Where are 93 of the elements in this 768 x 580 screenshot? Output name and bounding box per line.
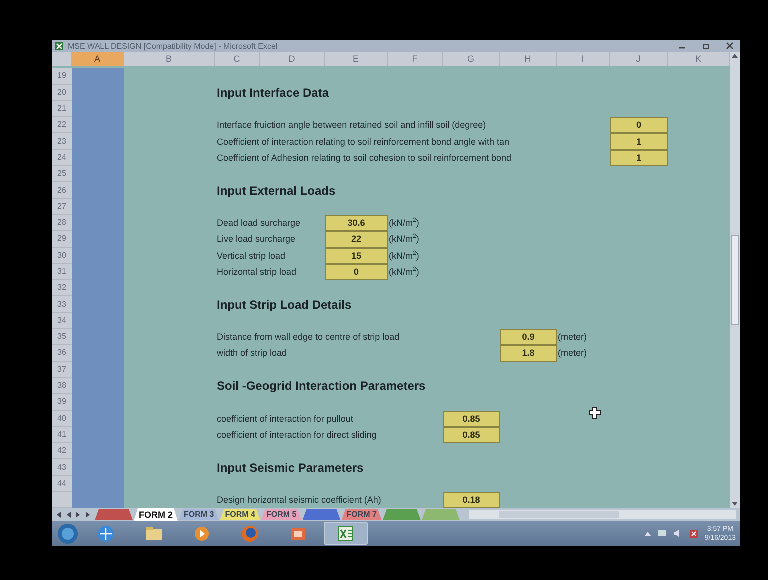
sheet-tab[interactable] <box>95 509 133 520</box>
section-heading: Input Seismic Parameters <box>216 460 365 475</box>
field-label: Vertical strip load <box>216 250 287 261</box>
input-cell[interactable]: 15 <box>325 248 388 264</box>
row-header[interactable]: 23 <box>52 133 72 150</box>
sheet-tab[interactable]: FORM 3 <box>179 509 220 520</box>
unit-label: (meter) <box>557 348 588 358</box>
restore-icon[interactable] <box>702 42 710 50</box>
row-header[interactable]: 41 <box>52 426 72 444</box>
row-header[interactable]: 22 <box>52 117 72 134</box>
close-icon[interactable] <box>726 42 734 50</box>
field-label: Coefficient of interaction relating to soil reinforcement bond angle with tan <box>216 136 511 147</box>
input-cell[interactable]: 0.9 <box>500 329 557 346</box>
selected-column-cells[interactable] <box>72 68 124 508</box>
taskbar-button[interactable] <box>324 522 368 546</box>
field-label: coefficient of interaction for direct sliding <box>216 430 378 440</box>
sheet-tab[interactable]: FORM 7 <box>342 509 382 520</box>
column-header[interactable]: D <box>260 52 325 66</box>
input-cell[interactable]: 0 <box>325 264 388 280</box>
row-header[interactable]: 26 <box>52 182 72 199</box>
vertical-scrollbar[interactable] <box>730 52 740 508</box>
row-header[interactable]: 37 <box>52 362 72 378</box>
row-header[interactable]: 35 <box>52 329 72 346</box>
excel-icon <box>55 42 64 50</box>
input-cell[interactable]: 0.85 <box>443 410 500 427</box>
input-cell[interactable]: 1 <box>610 133 668 150</box>
row-header[interactable]: 19 <box>52 68 72 85</box>
column-header[interactable]: J <box>610 52 668 66</box>
row-header[interactable]: 36 <box>52 345 72 362</box>
field-label: Design horizontal seismic coefficient (Ah) <box>216 495 382 506</box>
row-header[interactable]: 27 <box>52 198 72 215</box>
row-header[interactable]: 20 <box>52 84 72 101</box>
row-header[interactable]: 32 <box>52 280 72 296</box>
field-label: Horizontal strip load <box>216 267 298 277</box>
column-header[interactable]: I <box>557 52 610 66</box>
row-header[interactable]: 40 <box>52 410 72 427</box>
window-title: MSE WALL DESIGN [Compatibility Mode] - Microsoft Excel <box>68 42 279 50</box>
field-label: Coefficient of Adhesion relating to soil cohesion to soil reinforcement bond <box>216 152 513 163</box>
field-label: Interface fruiction angle between retained soil and infill soil (degree) <box>216 120 488 130</box>
show-hidden-icons-icon <box>644 530 651 537</box>
sheet-tab[interactable]: FORM 4 <box>220 509 260 520</box>
column-header[interactable]: C <box>215 52 260 66</box>
row-header[interactable]: 28 <box>52 214 72 232</box>
row-header[interactable]: 24 <box>52 150 72 166</box>
row-header[interactable]: 31 <box>52 264 72 280</box>
sheet-tab[interactable] <box>382 509 421 520</box>
row-header[interactable]: 34 <box>52 312 72 330</box>
unit-label: (kN/m$^{2}$) <box>388 250 420 261</box>
column-header[interactable]: H <box>500 52 557 66</box>
row-header[interactable]: 33 <box>52 296 72 313</box>
unit-label: (kN/m$^{2}$) <box>388 218 420 228</box>
unit-label: (meter) <box>557 332 588 342</box>
row-header[interactable]: 29 <box>52 231 72 248</box>
column-header[interactable]: E <box>325 52 388 66</box>
input-cell[interactable]: 1.8 <box>500 345 557 362</box>
field-label: Dead load surcharge <box>216 218 302 228</box>
row-header[interactable]: 21 <box>52 100 72 118</box>
sheet-tab[interactable] <box>302 509 341 520</box>
section-heading: Soil -Geogrid Interaction Parameters <box>216 379 427 394</box>
start-button-icon[interactable] <box>56 522 80 546</box>
column-header[interactable]: F <box>388 52 443 66</box>
field-label: Distance from wall edge to centre of strip load <box>216 332 401 342</box>
column-header[interactable]: B <box>124 52 215 66</box>
field-label: Live load surcharge <box>216 234 297 244</box>
column-header[interactable]: G <box>443 52 500 66</box>
row-header[interactable]: 39 <box>52 394 72 411</box>
input-cell[interactable]: 1 <box>610 150 668 166</box>
section-heading: Input External Loads <box>216 184 337 198</box>
input-cell[interactable]: 30.6 <box>325 214 388 232</box>
column-header[interactable]: A <box>72 52 124 66</box>
cell-cursor-icon <box>589 407 601 419</box>
input-cell[interactable]: 0.18 <box>443 492 500 508</box>
sheet-tab[interactable]: FORM 2 <box>134 508 178 522</box>
section-heading: Input Strip Load Details <box>216 298 353 312</box>
unit-label: (kN/m$^{2}$) <box>388 234 420 244</box>
input-cell[interactable]: 22 <box>325 231 388 248</box>
field-label: coefficient of interaction for pullout <box>216 414 354 424</box>
input-cell[interactable]: 0 <box>610 117 668 134</box>
row-header[interactable]: 43 <box>52 459 72 476</box>
scroll-thumb[interactable] <box>731 235 739 326</box>
column-header[interactable]: K <box>668 52 730 66</box>
input-cell[interactable]: 0.85 <box>443 426 500 444</box>
horizontal-scrollbar[interactable] <box>468 510 736 520</box>
sheet-tab[interactable]: FORM 5 <box>261 509 302 520</box>
row-header[interactable]: 25 <box>52 166 72 182</box>
section-heading: Input Interface Data <box>216 86 330 100</box>
row-header[interactable]: 38 <box>52 378 72 394</box>
row-header[interactable]: 44 <box>52 476 72 492</box>
row-header[interactable]: 42 <box>52 443 72 460</box>
field-label: width of strip load <box>216 348 288 358</box>
row-header[interactable]: 30 <box>52 248 72 264</box>
scroll-down-icon <box>731 500 739 508</box>
unit-label: (kN/m$^{2}$) <box>388 267 420 277</box>
